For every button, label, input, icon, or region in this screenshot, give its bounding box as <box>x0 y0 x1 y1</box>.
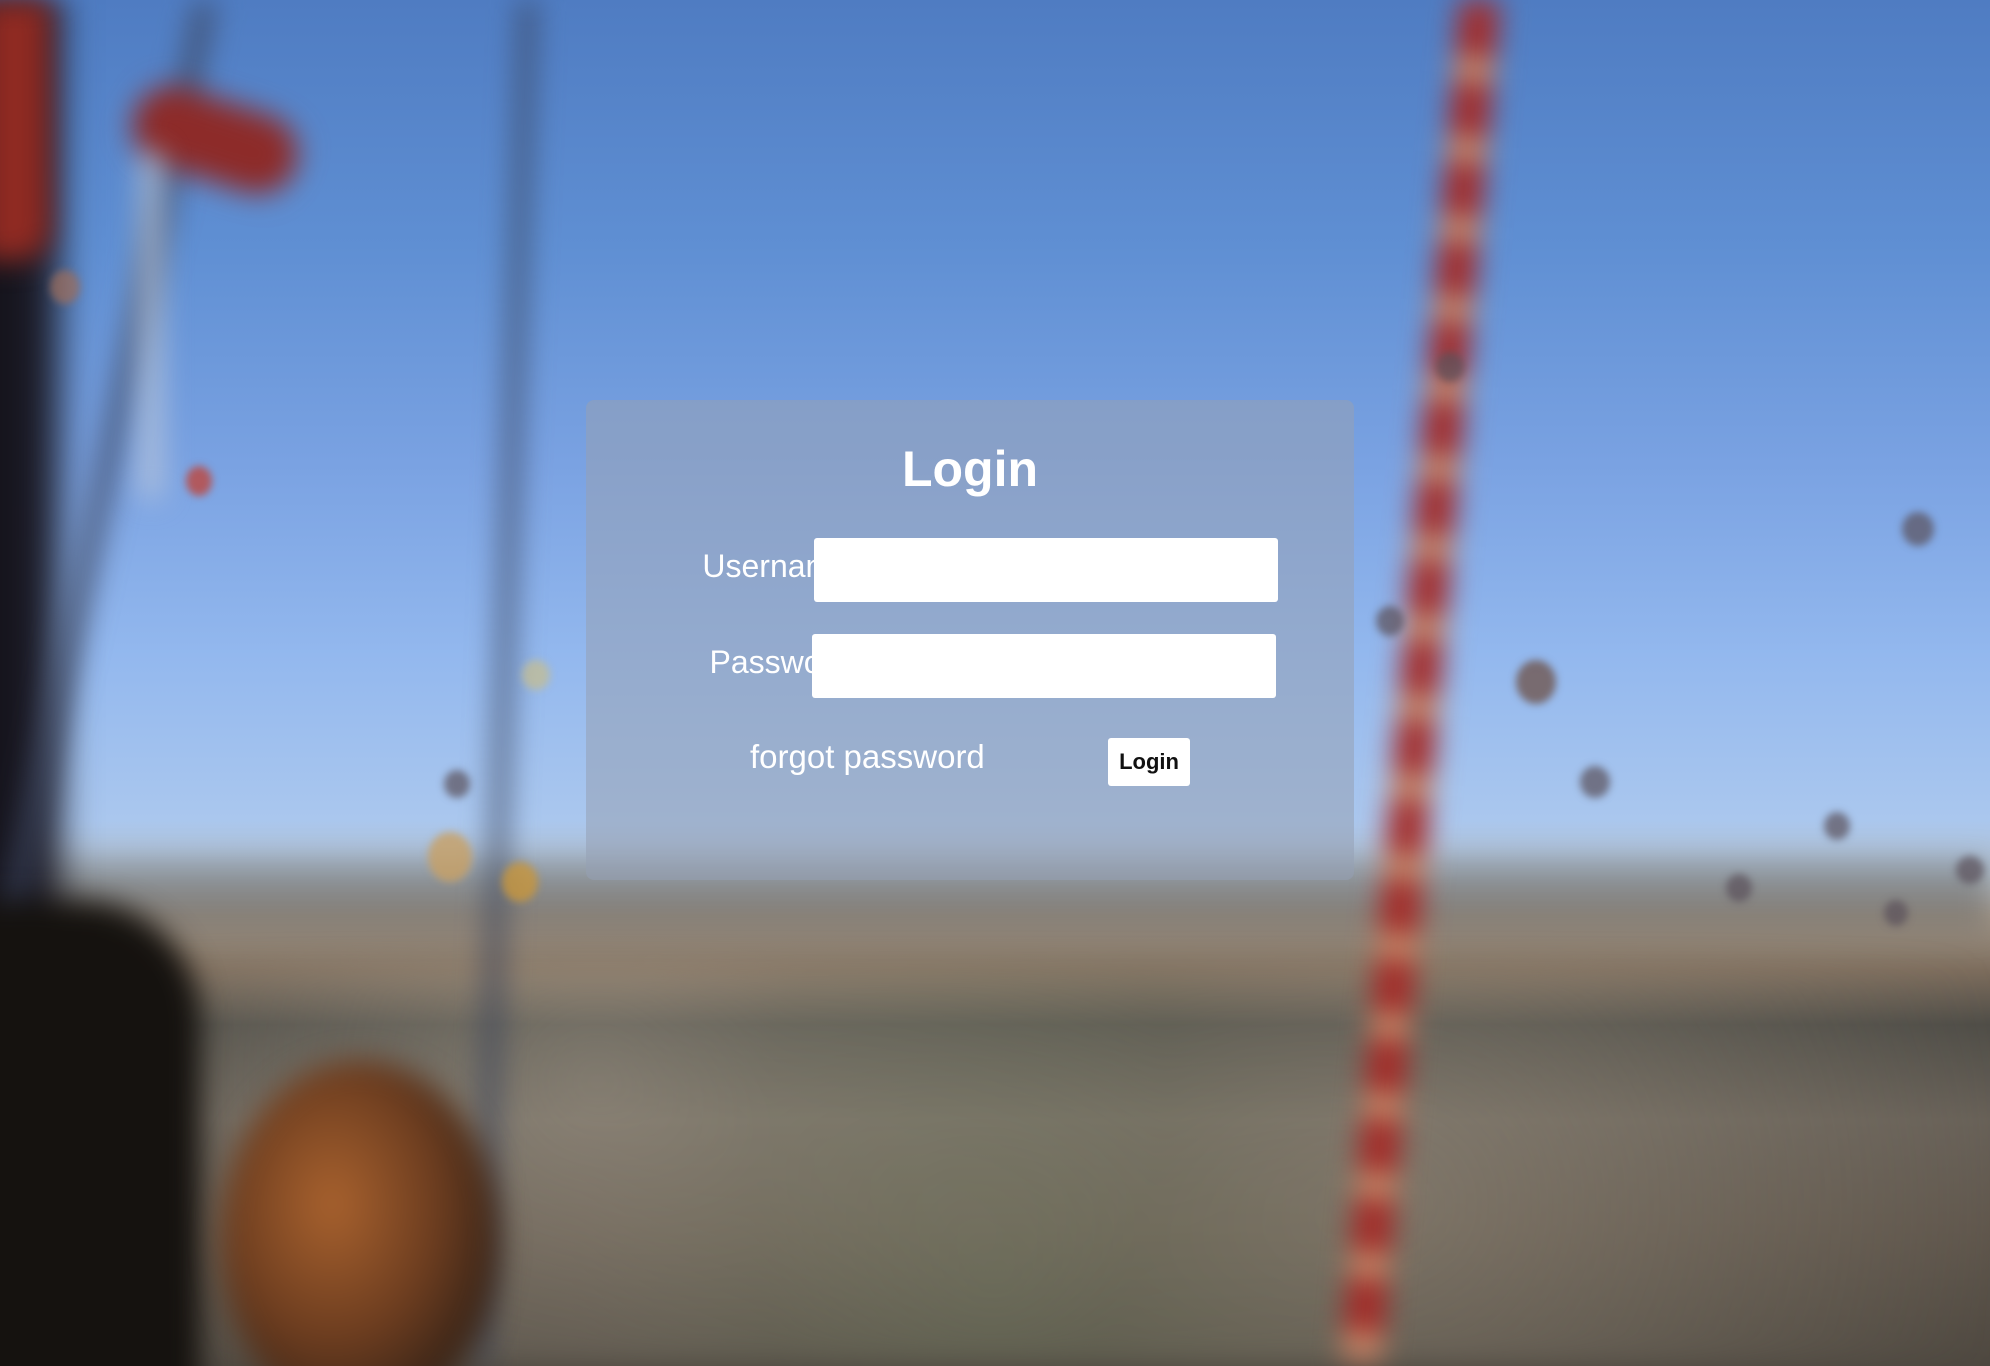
login-panel: Login Username Password forgot password … <box>586 400 1354 880</box>
forgot-password-link[interactable]: forgot password <box>750 738 985 776</box>
background-balloon <box>1516 660 1556 704</box>
background-balloon <box>1436 352 1464 382</box>
background-balloon <box>50 270 80 304</box>
background-red-fabric <box>0 0 50 260</box>
background-balloon <box>1824 812 1850 840</box>
login-title: Login <box>901 441 1039 497</box>
background-balloon <box>502 862 538 902</box>
background-balloon <box>1956 856 1984 884</box>
background-basket-corner <box>0 900 200 1366</box>
background-balloon <box>428 832 472 882</box>
background-balloon <box>522 660 550 690</box>
background-hanging-rope <box>140 150 162 500</box>
username-input[interactable] <box>814 538 1278 602</box>
background-balloon <box>186 466 212 496</box>
background-balloon <box>1902 512 1934 546</box>
background-balloon <box>1726 874 1752 902</box>
background-balloon <box>444 770 470 798</box>
password-input[interactable] <box>812 634 1276 698</box>
background-balloon <box>1884 900 1908 926</box>
login-button[interactable]: Login <box>1108 738 1190 786</box>
background-balloon <box>1580 766 1610 798</box>
background-balloon <box>1376 606 1404 636</box>
